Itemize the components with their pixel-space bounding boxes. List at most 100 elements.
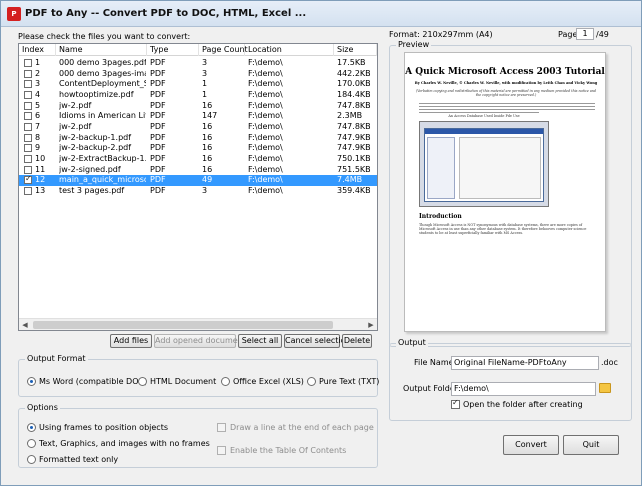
scroll-right-icon[interactable]: ▶ — [365, 319, 377, 331]
preview-screenshot-sidebar — [427, 137, 455, 199]
file-cell-type: PDF — [150, 175, 166, 185]
preview-text-line — [419, 109, 595, 111]
file-checkbox[interactable] — [24, 174, 32, 185]
frames-label[interactable]: Using frames to position objects — [39, 423, 168, 432]
file-row[interactable]: 12 main_a_quick_microsoft... PDF 49 F:\demo\… — [19, 174, 377, 186]
column-header[interactable]: Location — [245, 44, 334, 56]
file-row[interactable]: 3 ContentDeployment_Sha... PDF 1 F:\demo\ 170… — [19, 79, 377, 90]
file-cell-name: Idioms in American Life.pdf — [59, 111, 146, 121]
file-checkbox[interactable] — [24, 154, 32, 163]
quit-button[interactable]: Quit — [563, 435, 619, 455]
file-row[interactable]: 5 jw-2.pdf PDF 16 F:\demo\ 747.8KB — [19, 101, 377, 112]
file-checkbox[interactable] — [24, 133, 32, 142]
file-checkbox[interactable] — [24, 90, 32, 99]
format-html-label[interactable]: HTML Document — [150, 377, 216, 386]
scroll-left-icon[interactable]: ◀ — [19, 319, 31, 331]
output-folder-input[interactable]: F:\demo\ — [451, 382, 596, 396]
format-word-radio[interactable] — [27, 377, 36, 386]
preview-text-line — [419, 106, 595, 108]
formatted-text-radio[interactable] — [27, 455, 36, 464]
file-cell-pages: 16 — [202, 143, 213, 153]
preview-doc-screenshot: An Access Database Used Inside Pde Use — [419, 114, 549, 207]
file-row[interactable]: 11 jw-2-signed.pdf PDF 16 F:\demo\ 751.5KB — [19, 165, 377, 176]
format-text-radio[interactable] — [307, 377, 316, 386]
column-header[interactable]: Size — [334, 44, 377, 56]
draw-line-label[interactable]: Draw a line at the end of each page — [230, 423, 374, 432]
file-cell-location: F:\demo\ — [248, 121, 283, 131]
format-excel-radio[interactable] — [221, 377, 230, 386]
preview-doc-note: (Verbatim copying and redistribution of … — [415, 89, 597, 97]
file-cell-size: 751.5KB — [337, 164, 371, 174]
file-row[interactable]: 10 jw-2-ExtractBackup-1.pdf PDF 16 F:\demo\ 7… — [19, 154, 377, 165]
format-text-label[interactable]: Pure Text (TXT) — [319, 377, 379, 386]
file-cell-size: 747.9KB — [337, 132, 371, 142]
frames-radio[interactable] — [27, 423, 36, 432]
file-row[interactable]: 13 test 3 pages.pdf PDF 3 F:\demo\ 359.4KB — [19, 186, 377, 197]
file-cell-index: 3 — [35, 79, 41, 89]
convert-button[interactable]: Convert — [503, 435, 559, 455]
file-cell-location: F:\demo\ — [248, 100, 283, 110]
delete-button[interactable]: Delete — [342, 334, 372, 348]
file-checkbox[interactable] — [24, 112, 32, 121]
file-cell-type: PDF — [150, 79, 166, 89]
scrollbar-thumb[interactable] — [33, 321, 333, 329]
options-group: Options Using frames to position objects… — [18, 403, 378, 468]
file-row[interactable]: 8 jw-2-backup-1.pdf PDF 16 F:\demo\ 747.9KB — [19, 133, 377, 144]
column-header[interactable]: Page Count — [199, 44, 248, 56]
file-cell-index: 1 — [35, 58, 41, 67]
file-cell-name: ContentDeployment_Sha... — [59, 79, 146, 89]
file-cell-pages: 1 — [202, 79, 208, 89]
file-row[interactable]: 9 jw-2-backup-2.pdf PDF 16 F:\demo\ 747.9KB — [19, 143, 377, 154]
file-cell-type: PDF — [150, 164, 166, 174]
file-checkbox[interactable] — [24, 186, 32, 195]
page-number-input[interactable]: 1 — [576, 28, 594, 40]
file-row[interactable]: 2 000 demo 3pages-image... PDF 3 F:\demo\ 442… — [19, 69, 377, 80]
format-word-label[interactable]: Ms Word (compatible DOC) — [39, 377, 147, 386]
file-checkbox[interactable] — [24, 59, 32, 67]
add-opened-documents-button[interactable]: Add opened documents — [154, 334, 250, 348]
file-name-input[interactable]: Original FileName-PDFtoAny — [451, 356, 599, 370]
title-bar[interactable]: P PDF to Any -- Convert PDF to DOC, HTML… — [1, 1, 641, 27]
file-row[interactable]: 7 jw-2.pdf PDF 16 F:\demo\ 747.8KB — [19, 122, 377, 133]
no-frames-radio[interactable] — [27, 439, 36, 448]
format-excel-label[interactable]: Office Excel (XLS) — [233, 377, 304, 386]
folder-icon[interactable] — [599, 383, 611, 393]
file-cell-pages: 3 — [202, 68, 208, 78]
horizontal-scrollbar[interactable]: ◀ ▶ — [19, 318, 377, 330]
table-of-contents-checkbox[interactable] — [217, 446, 226, 455]
file-checkbox[interactable] — [24, 69, 32, 78]
window-title: PDF to Any -- Convert PDF to DOC, HTML, … — [25, 8, 307, 19]
add-files-button[interactable]: Add files — [110, 334, 152, 348]
select-all-button[interactable]: Select all — [238, 334, 282, 348]
open-folder-checkbox[interactable] — [451, 398, 460, 409]
format-html-radio[interactable] — [138, 377, 147, 386]
options-title: Options — [25, 403, 60, 412]
file-cell-pages: 1 — [202, 89, 208, 99]
preview-doc-authors: By Charles W. Neville, © Charles W. Nevi… — [414, 81, 598, 85]
table-of-contents-label[interactable]: Enable the Table Of Contents — [230, 446, 346, 455]
file-cell-location: F:\demo\ — [248, 68, 283, 78]
column-header[interactable]: Index — [19, 44, 56, 56]
file-row[interactable]: 6 Idioms in American Life.pdf PDF 147 F:\dem… — [19, 111, 377, 122]
column-header[interactable]: Type — [147, 44, 199, 56]
file-checkbox[interactable] — [24, 165, 32, 174]
file-cell-type: PDF — [150, 132, 166, 142]
file-cell-index: 12 — [35, 175, 46, 185]
preview-group: Preview A Quick Microsoft Access 2003 Tu… — [389, 40, 632, 347]
file-checkbox[interactable] — [24, 122, 32, 131]
open-folder-label[interactable]: Open the folder after creating — [463, 400, 583, 409]
file-list[interactable]: Index Name Type Page Count Location Size 1 000… — [18, 43, 378, 331]
cancel-selection-button[interactable]: Cancel selection — [284, 334, 351, 348]
file-checkbox[interactable] — [24, 101, 32, 110]
file-row[interactable]: 1 000 demo 3pages.pdf PDF 3 F:\demo\ 17.5KB — [19, 58, 377, 69]
file-cell-location: F:\demo\ — [248, 89, 283, 99]
file-checkbox[interactable] — [24, 80, 32, 89]
column-header[interactable]: Name — [56, 44, 147, 56]
file-cell-location: F:\demo\ — [248, 79, 283, 89]
file-row[interactable]: 4 howtooptimize.pdf PDF 1 F:\demo\ 184.4KB — [19, 90, 377, 101]
draw-line-checkbox[interactable] — [217, 423, 226, 432]
file-checkbox[interactable] — [24, 144, 32, 153]
pdf-app-icon: P — [7, 7, 21, 21]
no-frames-label[interactable]: Text, Graphics, and images with no frame… — [39, 439, 210, 448]
formatted-text-label[interactable]: Formatted text only — [39, 455, 118, 464]
